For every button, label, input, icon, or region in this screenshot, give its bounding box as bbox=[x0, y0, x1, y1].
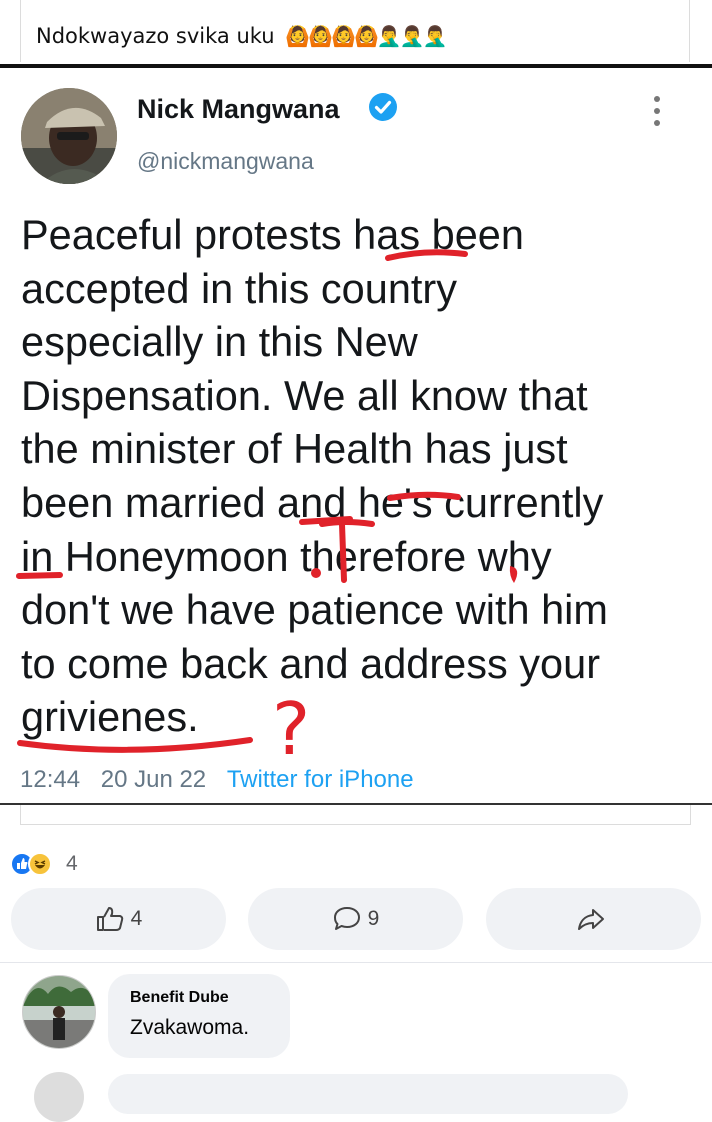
like-button[interactable]: 4 bbox=[11, 888, 226, 950]
share-button[interactable] bbox=[486, 888, 701, 950]
tweet-time: 12:44 bbox=[20, 766, 81, 793]
reaction-count: 4 bbox=[66, 852, 78, 875]
post-card-bottom bbox=[20, 805, 691, 825]
haha-icon bbox=[28, 852, 52, 876]
comment-text: Zvakawoma. bbox=[130, 1016, 250, 1039]
tweet-meta: 12:44 20 Jun 22 Twitter for iPhone bbox=[20, 766, 414, 794]
capital-t-mark bbox=[319, 519, 375, 583]
next-comment-bubble[interactable] bbox=[108, 1074, 628, 1114]
post-caption: Ndokwayazo svika uku 🙆🙆🙆🙆🤦‍♂️🤦‍♂️🤦‍♂️ bbox=[36, 24, 448, 48]
inserted-period-mark bbox=[311, 568, 321, 578]
thumbs-up-icon bbox=[96, 907, 123, 931]
comment-count: 9 bbox=[367, 907, 380, 930]
comment-button[interactable]: 9 bbox=[248, 888, 463, 950]
comment-bubble[interactable]: Benefit Dube Zvakawoma. bbox=[108, 974, 290, 1058]
comment-author[interactable]: Benefit Dube bbox=[130, 989, 229, 1007]
underline-in bbox=[16, 572, 63, 579]
red-annotation-marks: ? bbox=[16, 249, 518, 771]
comment-icon bbox=[333, 907, 360, 930]
question-mark-annotation: ? bbox=[272, 687, 310, 771]
underline-has bbox=[385, 249, 468, 261]
comments-divider bbox=[0, 962, 712, 963]
like-count: 4 bbox=[130, 907, 143, 930]
post-caption-text: Ndokwayazo svika uku bbox=[36, 24, 275, 48]
share-icon bbox=[577, 909, 604, 930]
commenter-avatar[interactable] bbox=[22, 975, 96, 1049]
inserted-comma-mark bbox=[509, 566, 518, 583]
underline-griviences bbox=[17, 737, 253, 753]
tweet-source[interactable]: Twitter for iPhone bbox=[227, 766, 414, 793]
strike-hes bbox=[387, 491, 461, 501]
post-caption-emoji: 🙆🙆🙆🙆🤦‍♂️🤦‍♂️🤦‍♂️ bbox=[285, 24, 447, 48]
tweet-screenshot[interactable]: Nick Mangwana @nickmangwana Peaceful pro… bbox=[0, 68, 712, 804]
tweet-date: 20 Jun 22 bbox=[100, 766, 207, 793]
